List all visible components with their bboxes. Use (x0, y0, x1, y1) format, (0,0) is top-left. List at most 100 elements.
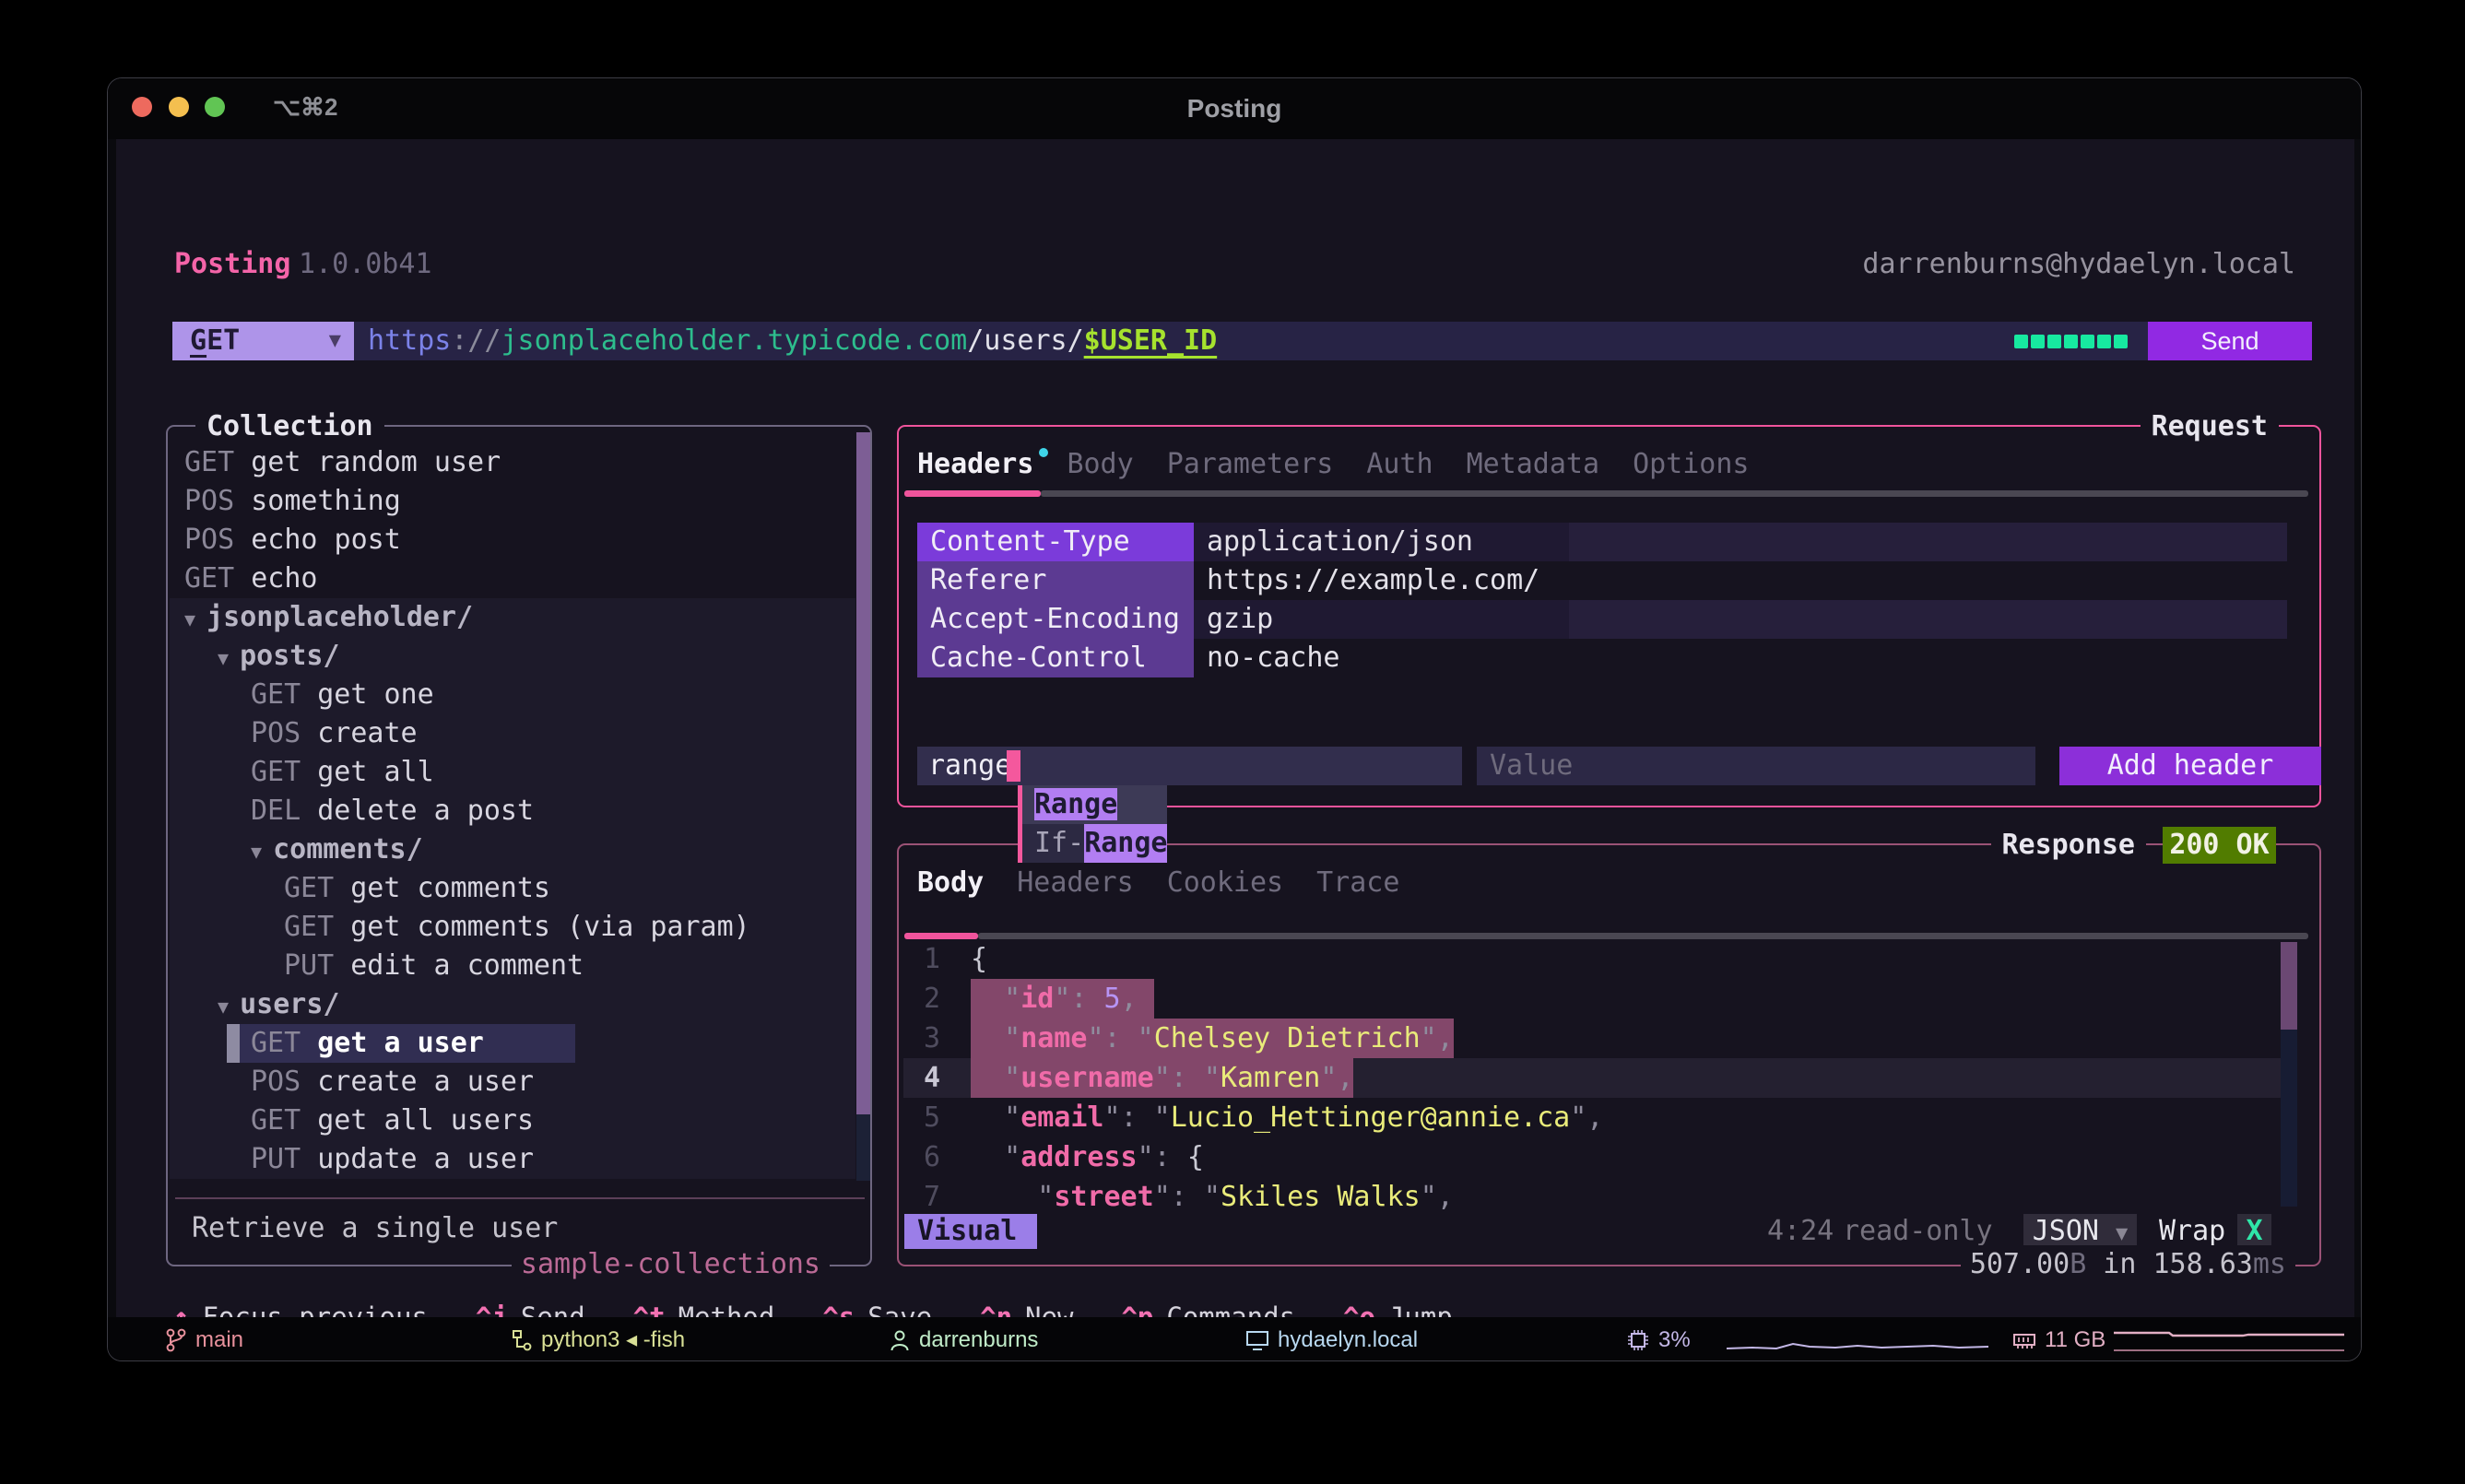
tree-request-get-comments[interactable]: GET get comments (170, 869, 855, 908)
tree-request-delete-a-post[interactable]: DEL delete a post (170, 792, 855, 830)
request-tab-parameters[interactable]: Parameters (1167, 446, 1334, 483)
request-name: get comments (350, 872, 550, 904)
request-tab-auth[interactable]: Auth (1366, 446, 1433, 483)
request-method: POS (184, 485, 251, 517)
line-number: 7 (910, 1177, 940, 1217)
request-method: GET (284, 872, 350, 904)
collection-scrollbar[interactable] (856, 432, 870, 1181)
tree-request-update-a-user[interactable]: PUT update a user (170, 1140, 855, 1179)
request-tab-headers[interactable]: Headers (917, 446, 1033, 483)
memory-sparkline (2114, 1326, 2344, 1354)
request-name: get all users (317, 1104, 534, 1137)
shell-label: python3 ◂ -fish (541, 1326, 685, 1353)
request-method: POS (251, 717, 317, 749)
header-row[interactable]: Accept-Encoding gzip (917, 600, 2287, 639)
line-number: 1 (910, 939, 940, 979)
autocomplete-dropdown: RangeIf-Range (1018, 785, 1167, 863)
code-token: " (971, 1022, 1020, 1054)
format-select[interactable]: JSON ▼ (2023, 1214, 2137, 1249)
tree-request-create-a-user[interactable]: POS create a user (170, 1063, 855, 1101)
tree-request-get-random-user[interactable]: GET get random user (170, 443, 855, 482)
header-key-cell: Accept-Encoding (917, 600, 1194, 639)
send-button[interactable]: Send (2148, 322, 2312, 360)
autocomplete-item-if-range[interactable]: If-Range (1022, 824, 1167, 863)
header-value-cell: application/json (1207, 525, 1473, 558)
collection-divider (175, 1197, 865, 1199)
code-token: id (1020, 983, 1054, 1015)
code-token: name (1020, 1022, 1087, 1054)
request-name: delete a post (317, 795, 534, 827)
request-tabs: Headers Body Parameters Auth Metadata Options (917, 446, 1750, 483)
request-name: create (317, 717, 417, 749)
request-name: edit a comment (350, 949, 584, 982)
request-method: GET (184, 446, 251, 478)
header-row[interactable]: Cache-Controlno-cache (917, 639, 2287, 677)
method-selector[interactable]: GET ▼ (172, 322, 354, 360)
header-value-cell: gzip (1207, 603, 1273, 635)
header-row[interactable]: Refererhttps://example.com/ (917, 561, 2287, 600)
request-tab-metadata[interactable]: Metadata (1467, 446, 1600, 483)
response-size-unit: B (2070, 1248, 2086, 1280)
autocomplete-prefix: If- (1022, 827, 1084, 859)
cpu-sparkline (1727, 1328, 1988, 1352)
response-body-editor[interactable]: 1{2 "id": 5,3 "name": "Chelsey Dietrich"… (899, 938, 2319, 1215)
method-label: GET (190, 324, 240, 357)
code-token: Skiles Walks (1221, 1181, 1421, 1213)
response-scrollbar-thumb[interactable] (2281, 942, 2297, 1030)
request-method: PUT (251, 1143, 317, 1175)
format-select-value: JSON (2033, 1215, 2099, 1247)
tree-folder-posts[interactable]: ▼ posts/ (170, 637, 855, 676)
chevron-expanded-icon: ▼ (251, 841, 273, 863)
monitor-icon (1245, 1328, 1269, 1352)
code-token: ", (1421, 1022, 1454, 1054)
response-tab-headers[interactable]: Headers (1017, 865, 1133, 901)
request-name: echo post (251, 524, 401, 556)
tree-request-edit-a-comment[interactable]: PUT edit a comment (170, 947, 855, 985)
tree-request-create[interactable]: POS create (170, 714, 855, 753)
tree-request-get-one[interactable]: GET get one (170, 676, 855, 714)
header-key-cell: Content-Type (917, 523, 1194, 561)
activity-dot (2114, 335, 2128, 348)
request-method: GET (251, 678, 317, 711)
tree-request-get-a-user[interactable]: GET get a user (170, 1024, 855, 1063)
request-name: get random user (251, 446, 501, 478)
activity-dot (2014, 335, 2028, 348)
tree-request-echo[interactable]: GET echo (170, 559, 855, 598)
url-input[interactable]: https://jsonplaceholder.typicode.com/use… (354, 322, 2148, 360)
tree-request-get-comments-via-param-[interactable]: GET get comments (via param) (170, 908, 855, 947)
request-tab-options[interactable]: Options (1633, 446, 1749, 483)
process-tree-icon (511, 1328, 533, 1352)
request-description: Retrieve a single user (192, 1212, 558, 1244)
header-row[interactable]: Content-Type application/json (917, 523, 2287, 561)
window-title: Posting (108, 94, 2361, 124)
tree-folder-users[interactable]: ▼ users/ (170, 985, 855, 1024)
wrap-toggle[interactable]: X (2237, 1214, 2271, 1249)
tree-request-something[interactable]: POS something (170, 482, 855, 521)
activity-dot (2064, 335, 2078, 348)
tree-request-get-all-users[interactable]: GET get all users (170, 1101, 855, 1140)
code-token: Chelsey Dietrich (1154, 1022, 1421, 1054)
request-tab-body[interactable]: Body (1067, 446, 1133, 483)
autocomplete-match: Range (1084, 824, 1167, 863)
header-key-input[interactable]: range (917, 747, 1462, 785)
tree-folder-comments[interactable]: ▼ comments/ (170, 830, 855, 869)
response-tab-body[interactable]: Body (917, 865, 984, 901)
response-tab-trace[interactable]: Trace (1316, 865, 1399, 901)
header-value-input[interactable]: Value (1477, 747, 2035, 785)
cursor-position-label: 4:24 (1767, 1214, 1834, 1249)
tree-folder-jsonplaceholder[interactable]: ▼ jsonplaceholder/ (170, 598, 855, 637)
response-tab-cookies[interactable]: Cookies (1167, 865, 1283, 901)
add-header-button[interactable]: Add header (2059, 747, 2321, 785)
request-method: POS (184, 524, 251, 556)
header-value-cell: no-cache (1207, 642, 1340, 674)
collection-scrollbar-thumb[interactable] (856, 432, 870, 1114)
chevron-expanded-icon: ▼ (218, 995, 240, 1018)
autocomplete-item-range[interactable]: Range (1022, 785, 1167, 824)
cpu-icon (1626, 1328, 1650, 1352)
tree-request-echo-post[interactable]: POS echo post (170, 521, 855, 559)
cpu-label: 3% (1658, 1327, 1691, 1353)
request-name: create a user (317, 1066, 534, 1098)
folder-name: posts/ (240, 640, 339, 672)
tree-request-get-all[interactable]: GET get all (170, 753, 855, 792)
code-line-5: 5 "email": "Lucio_Hettinger@annie.ca", (899, 1098, 2319, 1137)
